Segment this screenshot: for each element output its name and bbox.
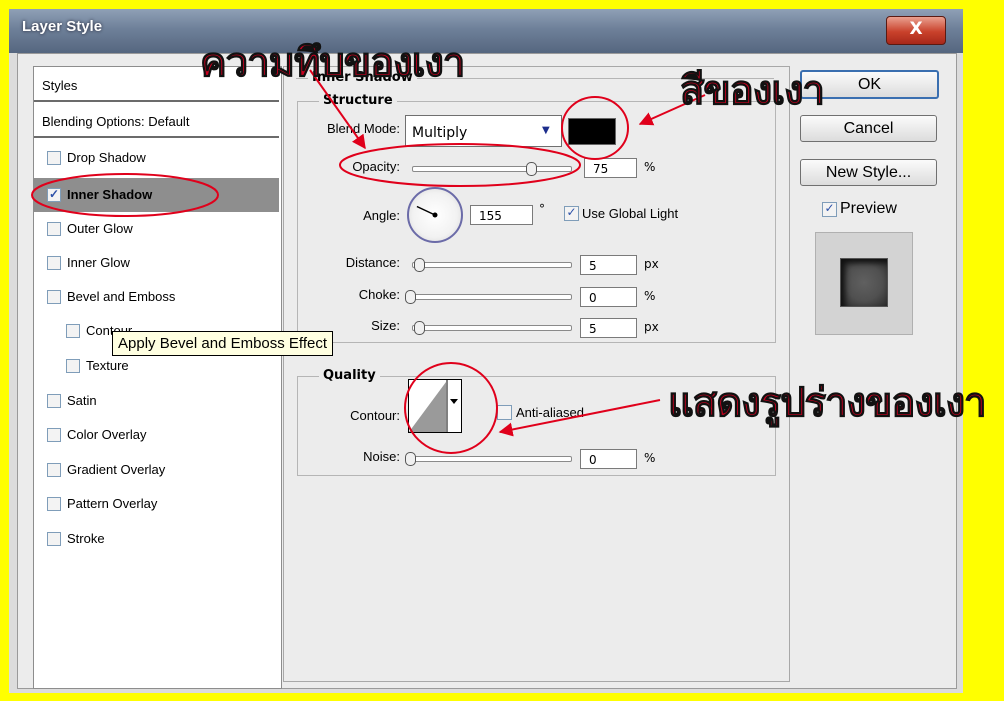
color-annotation: สีของเงา [680, 68, 826, 115]
contour-highlight [404, 362, 498, 454]
opacity-annotation: ความทึบของเงา [199, 40, 465, 87]
annotation-overlay [31, 69, 706, 454]
inner-shadow-highlight [31, 173, 219, 217]
contour-annotation: แสดงรูปร่างของเงา [668, 380, 988, 427]
color-highlight [561, 96, 629, 160]
contour-arrow [498, 399, 661, 437]
opacity-highlight [339, 143, 581, 187]
